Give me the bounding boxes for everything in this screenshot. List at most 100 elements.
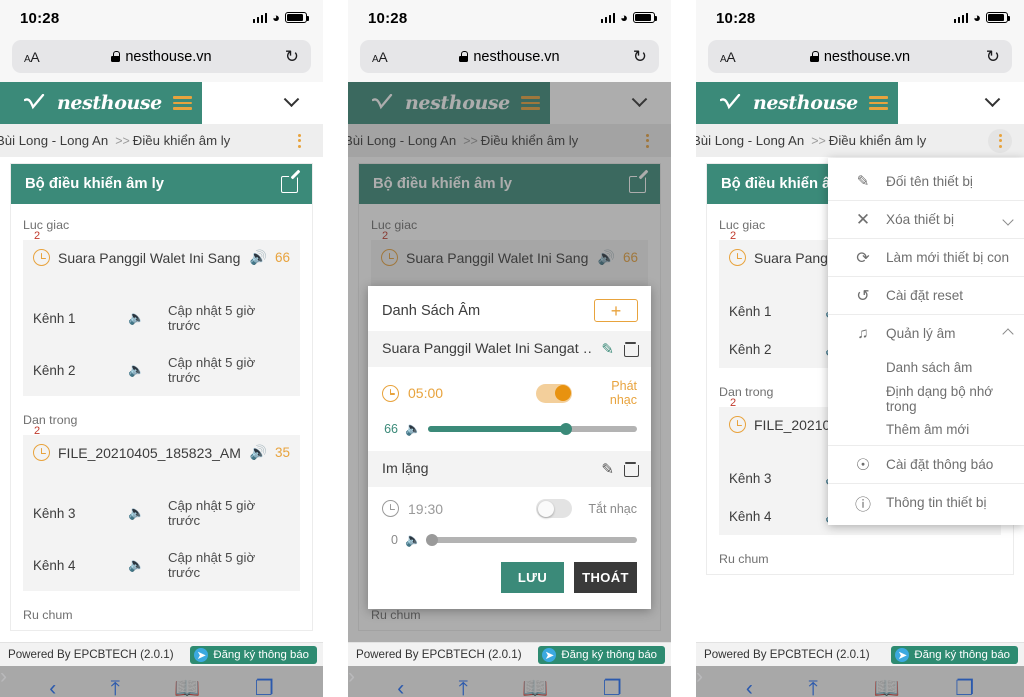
breadcrumb-separator: >> [811,133,826,148]
reload-icon[interactable]: ↻ [285,48,299,65]
plus-icon[interactable]: + [594,299,638,322]
breadcrumb-current: Điều khiển âm ly [828,133,927,148]
reload-icon[interactable]: ↻ [986,48,1000,65]
playback-toggle[interactable] [536,383,572,403]
speaker-icon[interactable]: 🔈 [128,557,168,573]
subscribe-notification-button[interactable]: ➤ Đăng ký thông báo [891,645,1018,664]
device-options-dropdown: ✎ Đối tên thiết bị ✕ Xóa thiết bị ⟳ Làm … [828,158,1024,525]
url-text: nesthouse.vn [473,48,560,65]
hamburger-menu-icon[interactable] [172,95,192,111]
channel-name: Kênh 2 [729,341,772,357]
brand-block[interactable]: nesthouse [0,82,202,124]
speaker-icon[interactable]: 🔈 [128,362,168,378]
text-size-button[interactable]: AA [720,49,736,65]
submenu-item-add-new-sound[interactable]: Thêm âm mới [828,414,1024,445]
text-size-button[interactable]: AA [372,49,388,65]
volume-slider[interactable] [428,423,637,435]
submenu-item-sound-list[interactable]: Danh sách âm [828,352,1024,383]
save-button[interactable]: LƯU [501,562,564,593]
channel-row[interactable]: Kênh 1 🔈 Cập nhật 5 giờ trước [23,292,300,344]
hamburger-menu-icon[interactable] [868,95,888,111]
menu-item-label: Đối tên thiết bị [886,173,973,189]
sound-name: FILE_20210405_185823_AM … [58,444,242,461]
menu-item-refresh-children[interactable]: ⟳ Làm mới thiết bị con [828,238,1024,276]
subscribe-label: Đăng ký thông báo [213,648,309,661]
channel-name: Kênh 4 [729,508,772,524]
sound-entry-row[interactable]: Im lặng ✎ [368,451,651,487]
pencil-icon[interactable]: ✎ [601,460,614,478]
subscribe-notification-button[interactable]: ➤ Đăng ký thông báo [190,645,317,664]
channel-row[interactable]: Kênh 3 🔈 Cập nhật 5 giờ trước [23,487,300,539]
telegram-icon: ➤ [542,647,557,662]
submenu-item-format-internal-memory[interactable]: Định dạng bộ nhớ trong [828,383,1024,414]
sound-entry-row[interactable]: Suara Panggil Walet Ini Sangat … ✎ [368,331,651,367]
breadcrumb-current: Điều khiển âm ly [132,133,231,148]
powered-by-bar: Powered By EPCBTECH (2.0.1) ➤ Đăng ký th… [348,642,671,666]
app-navbar: nesthouse [0,82,323,124]
brand-block[interactable]: nesthouse [696,82,898,124]
text-size-button[interactable]: AA [24,49,40,65]
trash-icon[interactable] [624,462,639,477]
wifi-icon: ◕ [973,10,981,25]
menu-item-delete-device[interactable]: ✕ Xóa thiết bị [828,200,1024,238]
submenu-item-label: Thêm âm mới [886,422,970,437]
clock-icon [33,444,50,461]
brand-name: nesthouse [57,92,162,114]
trash-icon[interactable] [624,342,639,357]
menu-item-rename-device[interactable]: ✎ Đối tên thiết bị [828,162,1024,200]
chevron-down-icon[interactable] [283,90,300,107]
menu-item-reset-settings[interactable]: ↺ Cài đặt reset [828,276,1024,314]
sound-entry-settings: 19:30 Tắt nhạc 0 🔈 [368,487,651,562]
menu-item-notification-settings[interactable]: ☉ Cài đặt thông báo [828,445,1024,483]
group-label: Ru chum [719,552,769,566]
safari-url-bar[interactable]: AA nesthouse.vn ↻ [708,40,1012,73]
reload-icon[interactable]: ↻ [633,48,647,65]
sound-name: Suara Panggil Walet Ini Sang… [58,249,242,266]
sound-entry-name: Im lặng [382,461,429,477]
menu-item-manage-sounds[interactable]: ♫ Quản lý âm [828,314,1024,352]
breadcrumb-root[interactable]: Bùi Long - Long An [0,133,108,148]
bell-icon: ☉ [855,456,871,474]
playback-toggle[interactable] [536,499,572,518]
chevron-up-icon[interactable] [1002,327,1014,340]
schedule-time[interactable]: 05:00 [408,385,443,401]
channel-name: Kênh 3 [729,470,772,486]
telegram-icon: ➤ [194,647,209,662]
exit-button[interactable]: THOÁT [574,562,637,593]
battery-icon [633,12,658,23]
chevron-down-icon[interactable] [984,90,1001,107]
sound-row[interactable]: 2 Suara Panggil Walet Ini Sang… 🔊 66 [23,230,300,292]
menu-item-device-info[interactable]: ⓘ Thông tin thiết bị [828,483,1024,521]
schedule-time[interactable]: 19:30 [408,501,443,517]
channel-updated: Cập nhật 5 giờ trước [168,355,256,385]
safari-url-bar[interactable]: AA nesthouse.vn ↻ [360,40,659,73]
safari-url-bar[interactable]: AA nesthouse.vn ↻ [12,40,311,73]
subscribe-notification-button[interactable]: ➤ Đăng ký thông báo [538,645,665,664]
speaker-icon[interactable]: 🔈 [128,310,168,326]
powered-by-text: Powered By EPCBTECH (2.0.1) [356,648,522,661]
more-vertical-icon[interactable] [988,128,1012,153]
schedule-row: 05:00 Phát nhạc [382,379,637,407]
menu-item-label: Thông tin thiết bị [886,495,987,510]
pencil-icon[interactable]: ✎ [601,340,614,358]
edit-square-icon[interactable] [281,175,298,193]
safari-bottom-toolbar: ‹ › ⤒ 📖 ❐ [0,666,323,697]
channel-row[interactable]: Kênh 2 🔈 Cập nhật 5 giờ trước [23,344,300,396]
breadcrumb-root[interactable]: Bùi Long - Long An [696,133,804,148]
subscribe-label: Đăng ký thông báo [914,648,1010,661]
more-vertical-icon[interactable] [287,129,311,153]
channel-name: Kênh 3 [33,505,76,521]
speaker-icon[interactable]: 🔈 [128,505,168,521]
channel-row[interactable]: Kênh 4 🔈 Cập nhật 5 giờ trước [23,539,300,591]
sound-row[interactable]: 2 FILE_20210405_185823_AM … 🔊 35 [23,425,300,487]
chevron-down-icon[interactable] [1002,213,1014,226]
volume-value: 0 [391,533,398,547]
menu-item-label: Xóa thiết bị [886,212,955,227]
cellular-signal-icon [953,12,969,23]
info-icon: ⓘ [854,496,871,514]
volume-slider[interactable] [426,534,637,546]
safari-url-bar-container: AA nesthouse.vn ↻ [0,36,323,82]
volume-row: 0 🔈 [382,532,637,548]
volume-row: 66 🔈 [382,421,637,437]
menu-item-label: Cài đặt reset [886,288,964,303]
